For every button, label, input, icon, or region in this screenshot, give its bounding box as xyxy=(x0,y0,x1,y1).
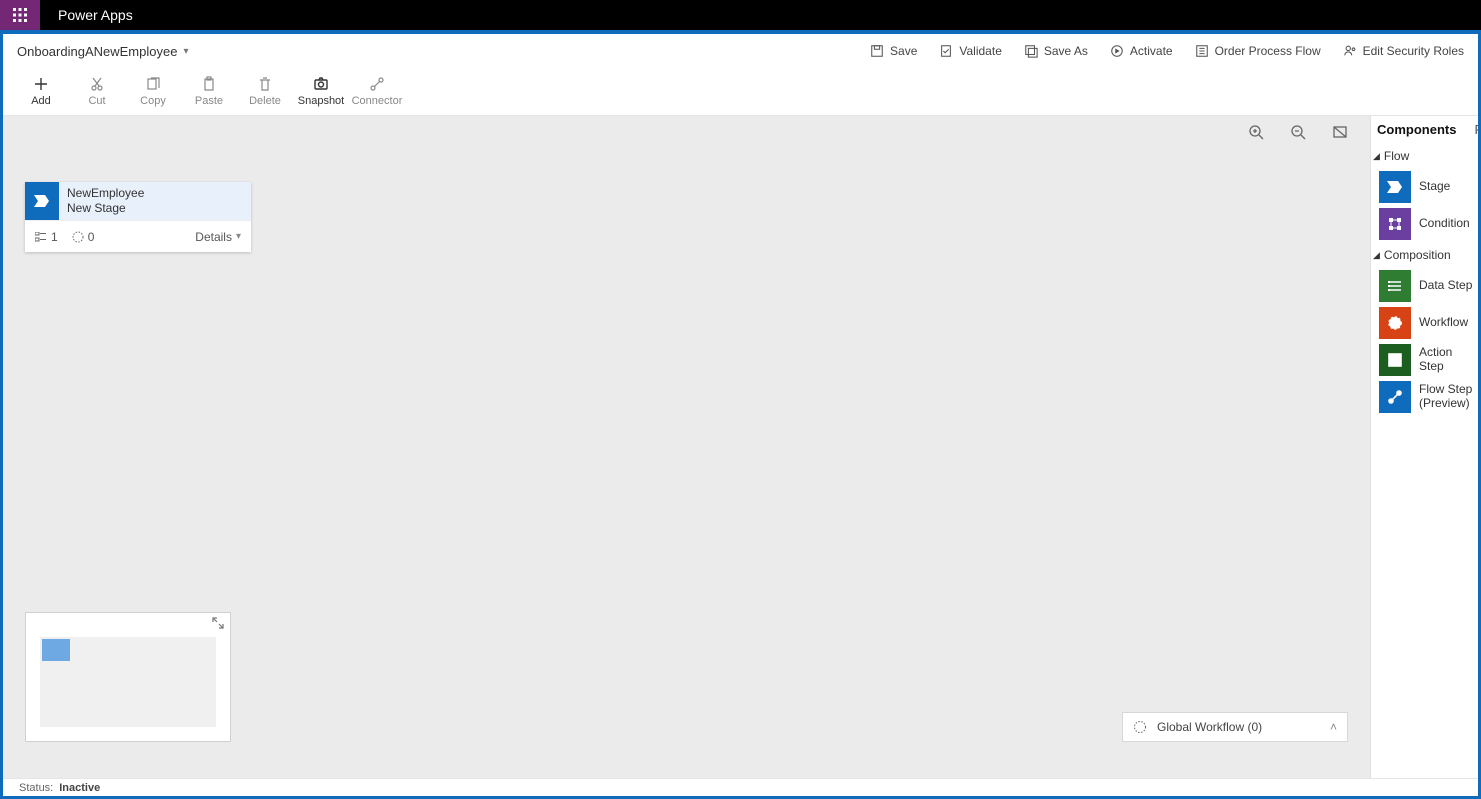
activate-label: Activate xyxy=(1130,44,1173,58)
save-as-button[interactable]: Save As xyxy=(1024,44,1088,58)
copy-button[interactable]: Copy xyxy=(125,69,181,115)
component-action-step-label: Action Step xyxy=(1419,346,1478,374)
waffle-icon[interactable] xyxy=(0,0,40,30)
workflow-icon xyxy=(1379,307,1411,339)
component-condition-label: Condition xyxy=(1419,217,1470,231)
component-flow-step[interactable]: Flow Step (Preview) xyxy=(1371,380,1478,414)
status-label: Status: xyxy=(19,782,53,794)
stage-header: NewEmployee New Stage xyxy=(25,182,251,220)
validate-button[interactable]: Validate xyxy=(939,44,1001,58)
triangle-down-icon: ◢ xyxy=(1373,250,1380,261)
edit-security-button[interactable]: Edit Security Roles xyxy=(1343,44,1464,58)
add-label: Add xyxy=(31,95,51,107)
stage-tile[interactable]: NewEmployee New Stage 1 0 Details ▾ xyxy=(25,182,251,252)
global-workflow-label: Global Workflow (0) xyxy=(1157,720,1262,734)
component-data-step-label: Data Step xyxy=(1419,279,1472,293)
connector-button[interactable]: Connector xyxy=(349,69,405,115)
stage-icon xyxy=(1379,171,1411,203)
tab-properties[interactable]: Pro xyxy=(1474,122,1478,137)
panel-tabs: Components Pro xyxy=(1371,120,1478,145)
stage-icon xyxy=(25,182,59,220)
minimap-viewport xyxy=(40,637,216,727)
global-workflow-strip[interactable]: Global Workflow (0) ˄ xyxy=(1122,712,1348,742)
activate-button[interactable]: Activate xyxy=(1110,44,1173,58)
command-bar: OnboardingANewEmployee ▾ Save Validate S… xyxy=(3,34,1478,68)
zoom-out-icon[interactable] xyxy=(1290,124,1306,140)
group-flow-label: Flow xyxy=(1384,149,1409,163)
copy-label: Copy xyxy=(140,95,166,107)
stage-footer: 1 0 Details ▾ xyxy=(25,220,251,252)
ribbon: Add Cut Copy Paste Delete Snapshot Conne… xyxy=(3,68,1478,116)
paste-button[interactable]: Paste xyxy=(181,69,237,115)
component-workflow-label: Workflow xyxy=(1419,316,1468,330)
action-step-icon xyxy=(1379,344,1411,376)
status-value: Inactive xyxy=(59,782,100,794)
component-flow-step-label: Flow Step (Preview) xyxy=(1419,383,1478,411)
workflow-icon xyxy=(1133,720,1147,734)
connector-label: Connector xyxy=(352,95,403,107)
snapshot-label: Snapshot xyxy=(298,95,344,107)
details-toggle[interactable]: Details ▾ xyxy=(195,230,241,244)
data-step-icon xyxy=(1379,270,1411,302)
process-name-dropdown[interactable]: OnboardingANewEmployee ▾ xyxy=(17,44,188,59)
order-process-button[interactable]: Order Process Flow xyxy=(1195,44,1321,58)
workflow-count-value: 0 xyxy=(88,230,95,244)
zoom-in-icon[interactable] xyxy=(1248,124,1264,140)
stage-name: New Stage xyxy=(67,201,243,216)
process-name: OnboardingANewEmployee xyxy=(17,44,177,59)
component-data-step[interactable]: Data Step xyxy=(1371,269,1478,303)
edit-security-label: Edit Security Roles xyxy=(1363,44,1464,58)
component-action-step[interactable]: Action Step xyxy=(1371,343,1478,377)
components-panel: Components Pro ◢ Flow Stage Condition ◢ … xyxy=(1370,116,1478,778)
snapshot-button[interactable]: Snapshot xyxy=(293,69,349,115)
condition-icon xyxy=(1379,208,1411,240)
triangle-down-icon: ◢ xyxy=(1373,151,1380,162)
canvas[interactable]: NewEmployee New Stage 1 0 Details ▾ xyxy=(3,116,1478,778)
step-count-value: 1 xyxy=(51,230,58,244)
save-button[interactable]: Save xyxy=(870,44,917,58)
component-stage-label: Stage xyxy=(1419,180,1450,194)
validate-label: Validate xyxy=(959,44,1001,58)
chevron-up-icon[interactable]: ˄ xyxy=(1330,720,1337,734)
tab-components[interactable]: Components xyxy=(1377,122,1456,137)
step-count: 1 xyxy=(35,230,58,244)
component-workflow[interactable]: Workflow xyxy=(1371,306,1478,340)
minimap-stage-marker xyxy=(42,639,70,661)
stage-text: NewEmployee New Stage xyxy=(59,182,251,220)
designer-frame: OnboardingANewEmployee ▾ Save Validate S… xyxy=(0,30,1481,799)
component-condition[interactable]: Condition xyxy=(1371,207,1478,241)
cut-label: Cut xyxy=(88,95,105,107)
delete-button[interactable]: Delete xyxy=(237,69,293,115)
brand-name: Power Apps xyxy=(40,7,151,23)
group-composition-label: Composition xyxy=(1384,248,1451,262)
group-composition[interactable]: ◢ Composition xyxy=(1371,244,1478,266)
minimap-expand-icon[interactable] xyxy=(212,617,224,629)
flow-step-icon xyxy=(1379,381,1411,413)
cut-button[interactable]: Cut xyxy=(69,69,125,115)
chevron-down-icon: ▾ xyxy=(236,231,241,242)
group-flow[interactable]: ◢ Flow xyxy=(1371,145,1478,167)
minimap[interactable] xyxy=(25,612,231,742)
save-label: Save xyxy=(890,44,917,58)
stage-entity: NewEmployee xyxy=(67,186,243,201)
order-process-label: Order Process Flow xyxy=(1215,44,1321,58)
component-stage[interactable]: Stage xyxy=(1371,170,1478,204)
add-button[interactable]: Add xyxy=(13,69,69,115)
zoom-controls xyxy=(1248,124,1348,140)
workflow-count: 0 xyxy=(72,230,95,244)
paste-label: Paste xyxy=(195,95,223,107)
status-bar: Status: Inactive xyxy=(3,778,1478,796)
delete-label: Delete xyxy=(249,95,281,107)
chevron-down-icon: ▾ xyxy=(183,46,188,57)
details-label: Details xyxy=(195,230,232,244)
save-as-label: Save As xyxy=(1044,44,1088,58)
fit-to-screen-icon[interactable] xyxy=(1332,124,1348,140)
app-header: Power Apps xyxy=(0,0,1481,30)
